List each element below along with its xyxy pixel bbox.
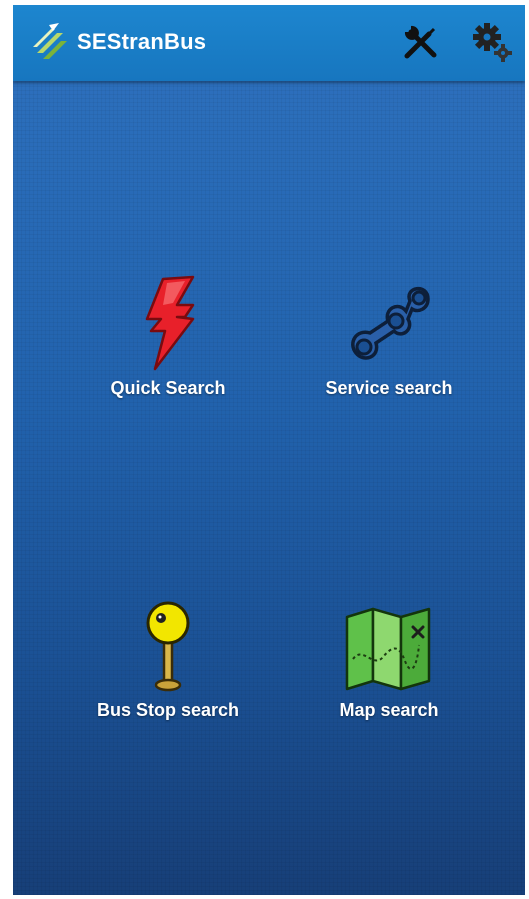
- map-search-label: Map search: [339, 700, 439, 720]
- settings-button[interactable]: [469, 19, 515, 65]
- quick-search-label: Quick Search: [110, 378, 226, 398]
- settings-gear-icon: [473, 23, 512, 62]
- bus-stop-search-label: Bus Stop search: [96, 700, 240, 720]
- map-pin-icon: [138, 593, 198, 693]
- main-menu: Quick Search Service search Bus Stop sea…: [13, 81, 525, 895]
- lightning-bolt-icon: [133, 271, 203, 371]
- app-logo-icon: [33, 23, 67, 59]
- service-search-tile[interactable]: Service search: [279, 271, 499, 431]
- app-title: SEStranBus: [77, 29, 207, 54]
- quick-search-tile[interactable]: Quick Search: [58, 271, 278, 431]
- chain-links-icon: [344, 271, 434, 371]
- map-search-tile[interactable]: Map search: [279, 593, 499, 753]
- folded-map-icon: [343, 593, 435, 693]
- tools-button[interactable]: [398, 19, 444, 65]
- bus-stop-search-tile[interactable]: Bus Stop search: [58, 593, 278, 753]
- app-screen: SEStranBus Quick Search Service search B…: [13, 5, 525, 895]
- app-bar: SEStranBus: [13, 5, 525, 81]
- tools-icon: [404, 25, 437, 59]
- service-search-label: Service search: [325, 378, 453, 398]
